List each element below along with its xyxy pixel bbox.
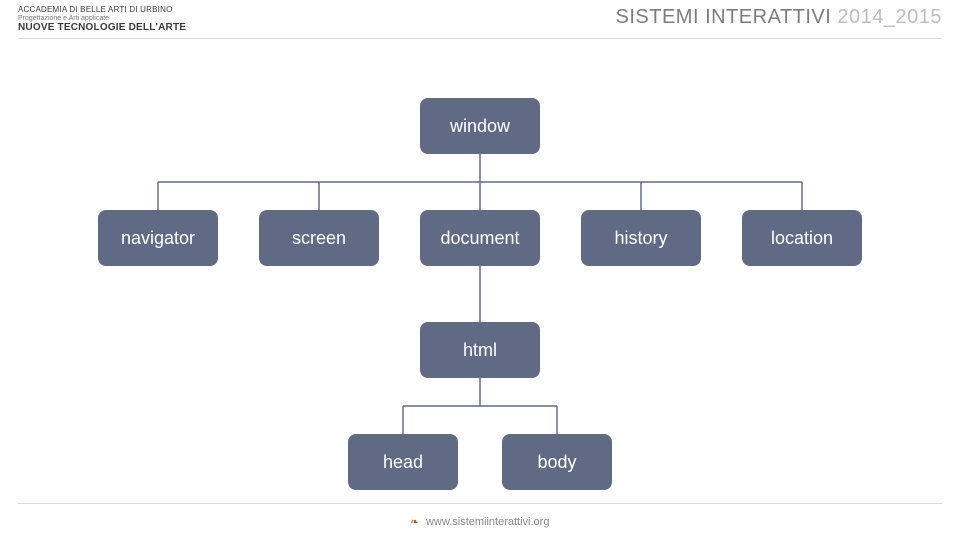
header-right: SISTEMI INTERATTIVI 2014_2015 [616,6,942,29]
course-year: 2014_2015 [837,6,942,28]
slide-header: ACCADEMIA DI BELLE ARTI DI URBINO Proget… [0,0,960,38]
node-body: body [502,434,612,490]
footer-rule [18,503,942,504]
node-document: document [420,210,540,266]
course-name: SISTEMI INTERATTIVI [616,6,832,28]
node-location: location [742,210,862,266]
footer-url: www.sistemiinterattivi.org [426,516,549,528]
node-history: history [581,210,701,266]
node-head: head [348,434,458,490]
bom-tree-diagram: window navigator screen document history… [0,60,960,480]
academy-name: ACCADEMIA DI BELLE ARTI DI URBINO [18,6,186,15]
node-navigator: navigator [98,210,218,266]
footer-bullet-icon: ❧ [411,517,419,528]
node-screen: screen [259,210,379,266]
header-rule [18,38,942,39]
program-name: NUOVE TECNOLOGIE DELL'ARTE [18,22,186,33]
header-left: ACCADEMIA DI BELLE ARTI DI URBINO Proget… [18,6,186,33]
academy-subtitle: Progettazione e Arti applicate [18,15,186,23]
node-html: html [420,322,540,378]
node-window: window [420,98,540,154]
slide-footer: ❧ www.sistemiinterattivi.org [0,516,960,528]
